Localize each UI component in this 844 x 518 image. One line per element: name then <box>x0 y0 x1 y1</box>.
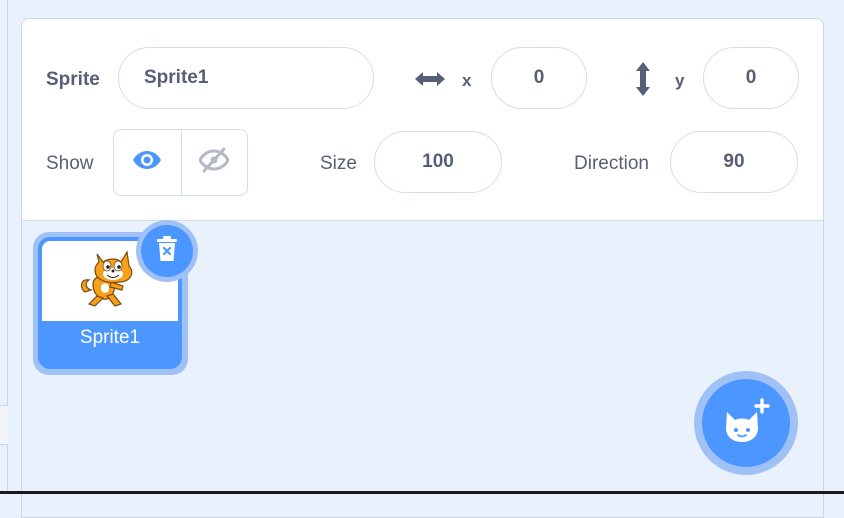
y-position-field[interactable]: 0 <box>703 47 799 109</box>
y-label: y <box>675 71 685 90</box>
cat-plus-icon <box>721 397 771 449</box>
show-button[interactable] <box>114 130 181 195</box>
scratch-cat-icon <box>75 244 145 319</box>
trash-icon <box>155 235 179 268</box>
hide-button[interactable] <box>180 130 248 195</box>
left-panel-edge <box>0 0 8 494</box>
vertical-arrows-icon <box>630 59 656 99</box>
sprite-info-panel: Sprite Sprite1 x 0 y 0 Show Size 100 Dir… <box>22 19 823 221</box>
eye-slash-icon <box>198 147 230 178</box>
direction-field[interactable]: 90 <box>670 131 798 193</box>
size-label: Size <box>320 153 357 174</box>
delete-sprite-button[interactable] <box>136 220 198 282</box>
show-label: Show <box>46 153 94 174</box>
sprite-tile-name: Sprite1 <box>79 327 141 348</box>
sprite-name-field[interactable]: Sprite1 <box>118 47 374 109</box>
x-label: x <box>462 71 472 90</box>
eye-icon <box>132 149 162 176</box>
horizontal-arrows-icon <box>412 65 448 93</box>
direction-label: Direction <box>574 153 649 174</box>
size-field[interactable]: 100 <box>374 131 502 193</box>
visibility-toggle <box>113 129 248 196</box>
add-sprite-button[interactable] <box>694 371 798 475</box>
top-panel-edge <box>8 0 844 6</box>
x-position-field[interactable]: 0 <box>491 47 587 109</box>
left-panel-notch <box>0 405 8 445</box>
sprite-pane: Sprite Sprite1 x 0 y 0 Show Size 100 Dir… <box>21 18 824 518</box>
sprite-name-label: Sprite <box>46 69 100 90</box>
